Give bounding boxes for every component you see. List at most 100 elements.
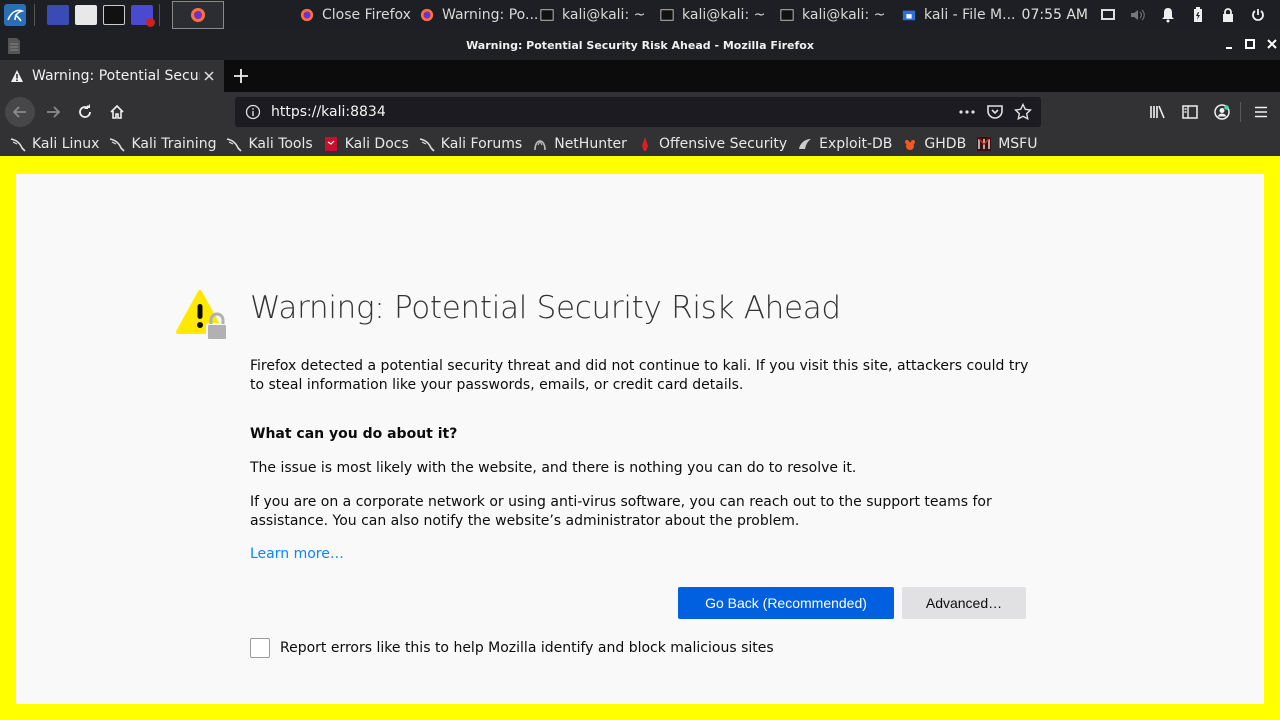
bookmark-kali-forums[interactable]: Kali Forums [419, 136, 522, 152]
window-title: Warning: Potential Security Risk Ahead -… [466, 38, 814, 52]
top-panel: Close Firefox Warning: Po... kali@kali: … [0, 0, 1280, 30]
window-menu-icon[interactable] [6, 36, 22, 56]
task-label: kali@kali: ~ [682, 7, 766, 23]
kali-menu-icon[interactable] [2, 2, 28, 28]
pocket-icon[interactable] [986, 103, 1004, 121]
sidebar-icon [1182, 105, 1198, 119]
account-button[interactable] [1210, 100, 1234, 124]
terminal-icon [780, 9, 794, 21]
close-tab-icon[interactable] [202, 69, 216, 83]
back-button[interactable] [5, 97, 35, 127]
bookmark-label: Kali Docs [344, 136, 409, 152]
kali-dragon-icon [227, 138, 243, 152]
bookmark-label: Kali Linux [32, 136, 100, 152]
learn-more-link[interactable]: Learn more… [250, 546, 344, 562]
volume-muted-icon[interactable] [1130, 7, 1146, 23]
nethunter-icon [534, 139, 547, 151]
address-bar[interactable]: https://kali:8834 [235, 97, 1041, 127]
forward-button[interactable] [41, 100, 65, 124]
terminal-launcher-icon[interactable] [103, 5, 125, 25]
library-icon [1150, 105, 1165, 119]
tab-security-warning[interactable]: Warning: Potential Security Risk Ahead [0, 60, 224, 92]
bookmark-ghdb[interactable]: GHDB [902, 136, 966, 152]
file-manager-launcher-icon[interactable] [75, 5, 97, 25]
bookmark-label: Offensive Security [658, 136, 788, 152]
task-label: Close Firefox [322, 7, 411, 23]
display-icon[interactable] [1100, 7, 1116, 23]
bookmark-star-icon[interactable] [1014, 103, 1032, 121]
sidebar-button[interactable] [1178, 100, 1202, 124]
firefox-icon [300, 8, 314, 22]
go-back-button[interactable]: Go Back (Recommended) [678, 587, 894, 619]
firefox-launcher-icon[interactable] [172, 1, 224, 29]
report-errors-option[interactable]: Report errors like this to help Mozilla … [250, 638, 774, 658]
task-firefox-warning[interactable]: Warning: Po... [416, 0, 539, 30]
task-label: kali@kali: ~ [802, 7, 886, 23]
panel-separator [159, 4, 160, 26]
url-text[interactable]: https://kali:8834 [271, 104, 386, 120]
terminal-icon [660, 9, 674, 21]
clock[interactable]: 07:55 AM [1022, 7, 1088, 23]
battery-icon[interactable] [1190, 7, 1206, 23]
advanced-button[interactable]: Advanced… [902, 587, 1026, 619]
task-terminal-1[interactable]: kali@kali: ~ [536, 0, 656, 30]
window-titlebar[interactable]: Warning: Potential Security Risk Ahead -… [0, 30, 1280, 60]
new-tab-icon[interactable] [232, 67, 250, 85]
notifications-bell-icon[interactable] [1160, 7, 1176, 23]
task-label: kali - File M... [924, 7, 1016, 23]
kali-dragon-icon [419, 138, 435, 152]
bookmark-exploit-db[interactable]: Exploit-DB [797, 136, 892, 152]
bookmark-nethunter[interactable]: NetHunter [532, 136, 627, 152]
lock-screen-icon[interactable] [1220, 7, 1236, 23]
bookmark-label: MSFU [998, 136, 1038, 152]
bookmark-label: Kali Training [131, 136, 217, 152]
ghdb-icon [905, 140, 916, 150]
report-errors-checkbox[interactable] [250, 638, 270, 658]
bookmark-kali-docs[interactable]: Kali Docs [323, 136, 409, 152]
show-desktop-icon[interactable] [47, 5, 69, 25]
bookmarks-toolbar: Kali Linux Kali Training Kali Tools Kali… [0, 132, 1280, 156]
bookmark-label: GHDB [924, 136, 967, 152]
minimize-icon[interactable] [1224, 38, 1236, 50]
tab-strip: Warning: Potential Security Risk Ahead [0, 60, 1280, 92]
task-terminal-3[interactable]: kali@kali: ~ [776, 0, 898, 30]
panel-separator [34, 4, 35, 26]
back-arrow-icon [12, 106, 26, 118]
home-button[interactable] [105, 100, 129, 124]
advice-text-1: The issue is most likely with the websit… [250, 460, 857, 476]
task-file-manager[interactable]: kali - File M... [898, 0, 1020, 30]
bookmark-kali-training[interactable]: Kali Training [109, 136, 216, 152]
bookmark-kali-tools[interactable]: Kali Tools [226, 136, 313, 152]
screen-recorder-icon[interactable] [131, 5, 155, 27]
exploitdb-icon [799, 139, 812, 149]
taskbar: Close Firefox Warning: Po... kali@kali: … [296, 0, 1020, 30]
warning-triangle-icon [11, 70, 23, 82]
advice-text-2: If you are on a corporate network or usi… [250, 494, 992, 529]
bookmark-label: NetHunter [554, 136, 627, 152]
tab-label: Warning: Potential Security Risk Ahead [32, 68, 200, 84]
bookmark-offensive-security[interactable]: Offensive Security [637, 136, 787, 152]
task-close-firefox[interactable]: Close Firefox [296, 0, 416, 30]
home-icon [110, 104, 124, 119]
hamburger-menu-icon [1255, 106, 1267, 118]
site-info-icon[interactable] [245, 104, 261, 120]
firefox-icon [420, 8, 434, 22]
file-manager-icon [902, 10, 916, 21]
task-terminal-2[interactable]: kali@kali: ~ [656, 0, 776, 30]
nav-bar: https://kali:8834 [0, 92, 1280, 132]
reload-button[interactable] [73, 100, 97, 124]
bookmark-msfu[interactable]: MSFU [976, 136, 1037, 152]
power-icon[interactable] [1250, 7, 1266, 23]
menu-button[interactable] [1249, 100, 1273, 124]
forward-arrow-icon [47, 106, 61, 118]
bookmark-kali-linux[interactable]: Kali Linux [10, 136, 99, 152]
reload-icon [79, 104, 91, 118]
msfu-icon [977, 137, 992, 151]
task-label: Warning: Po... [442, 7, 539, 23]
maximize-icon[interactable] [1244, 38, 1256, 50]
close-window-icon[interactable] [1266, 38, 1278, 50]
page-actions-icon[interactable] [958, 103, 976, 121]
section-heading: What can you do about it? [250, 426, 458, 442]
kali-dragon-icon [110, 138, 126, 152]
library-button[interactable] [1146, 100, 1170, 124]
